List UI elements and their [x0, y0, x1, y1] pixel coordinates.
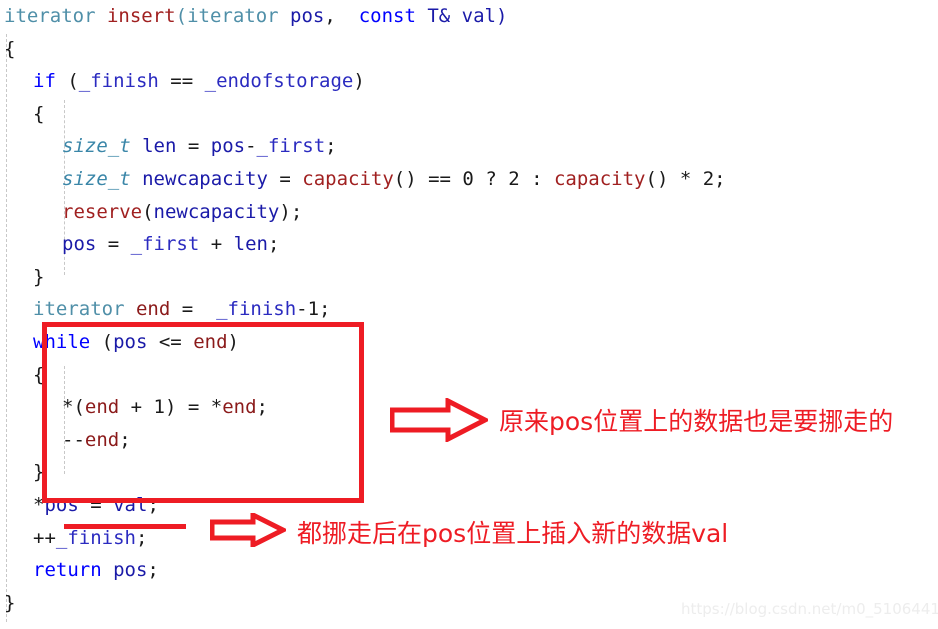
code-token: len: [142, 135, 177, 158]
code-token: pos: [113, 559, 148, 582]
code-token: =: [176, 135, 211, 158]
code-line: size_t len = pos-_first;: [0, 130, 938, 163]
code-line: iterator insert(iterator pos, const T& v…: [0, 0, 938, 33]
code-token: capacity: [553, 167, 646, 190]
code-token: ;: [714, 167, 726, 190]
code-token: _finish: [78, 70, 159, 93]
code-token: const: [358, 5, 416, 27]
code-token: }: [33, 265, 45, 288]
code-token: size_t: [62, 135, 131, 158]
code-token: ;: [135, 526, 148, 549]
code-token: _first: [256, 135, 326, 158]
code-token: (: [142, 200, 154, 223]
callout-arrow-icon-1: [389, 396, 491, 444]
code-token: pos: [210, 135, 246, 158]
code-token: iterator: [33, 298, 125, 321]
code-token: ): [353, 70, 365, 93]
code-token: );: [279, 200, 303, 223]
code-token: newcapacity: [142, 167, 268, 190]
while-loop-highlight-box: [42, 322, 364, 503]
code-token: insert: [106, 5, 176, 27]
code-token: ?: [473, 167, 509, 190]
code-token: if: [33, 70, 56, 93]
code-token: _first: [130, 233, 200, 256]
callout-text-1: 原来pos位置上的数据也是要挪走的: [499, 407, 894, 436]
pos-assignment-underline: [64, 524, 186, 529]
code-token: 2: [508, 167, 520, 190]
code-token: (: [55, 70, 79, 93]
code-line: return pos;: [0, 554, 938, 587]
callout-arrow-icon-2: [209, 510, 289, 550]
code-token: 2: [702, 167, 715, 190]
code-token: ++: [33, 526, 56, 549]
code-token: pos: [62, 233, 97, 256]
code-token: -: [296, 298, 308, 321]
code-token: len: [233, 233, 268, 256]
code-line: pos = _first + len;: [0, 228, 938, 261]
code-token: =: [96, 233, 131, 256]
code-token: T& val): [427, 5, 508, 27]
code-line: if (_finish == _endofstorage): [0, 65, 938, 98]
code-token: pos: [290, 5, 325, 27]
code-token: _endofstorage: [204, 70, 354, 93]
code-token: ;: [325, 135, 337, 158]
code-token: reserve: [62, 200, 143, 223]
code-line: size_t newcapacity = capacity() == 0 ? 2…: [0, 163, 938, 196]
code-token: {: [4, 37, 16, 60]
code-token: _finish: [55, 526, 136, 549]
code-token: return: [33, 559, 102, 582]
code-token: =: [170, 298, 217, 321]
code-token: ;: [267, 233, 280, 256]
code-token: (: [175, 5, 188, 27]
code-token: size_t: [62, 167, 131, 190]
code-token: =: [267, 167, 303, 190]
code-token: -: [245, 135, 257, 158]
code-token: _finish: [216, 298, 297, 321]
code-token: ;: [147, 559, 159, 582]
code-token: ;: [319, 298, 331, 321]
code-token: }: [4, 591, 16, 614]
code-token: iterator: [187, 5, 279, 27]
code-line: }: [0, 261, 938, 294]
code-token: 0: [462, 167, 474, 190]
code-line: reserve(newcapacity);: [0, 196, 938, 229]
code-token: +: [199, 233, 234, 256]
watermark: https://blog.csdn.net/m0_51064412: [681, 600, 938, 618]
code-line: {: [0, 98, 938, 131]
code-token: () *: [645, 167, 703, 190]
code-line: {: [0, 33, 938, 66]
code-token: end: [135, 298, 171, 321]
code-token: 1: [307, 298, 320, 321]
code-token: newcapacity: [153, 200, 280, 223]
code-token: iterator: [4, 5, 96, 27]
code-token: capacity: [302, 167, 394, 190]
code-screenshot: iterator insert(iterator pos, const T& v…: [0, 0, 938, 629]
code-token: ,: [324, 5, 359, 27]
code-token: {: [33, 102, 45, 125]
code-token: () ==: [393, 167, 463, 190]
code-token: :: [519, 167, 554, 190]
callout-text-2: 都挪走后在pos位置上插入新的数据val: [297, 519, 729, 548]
code-token: ==: [158, 70, 205, 93]
